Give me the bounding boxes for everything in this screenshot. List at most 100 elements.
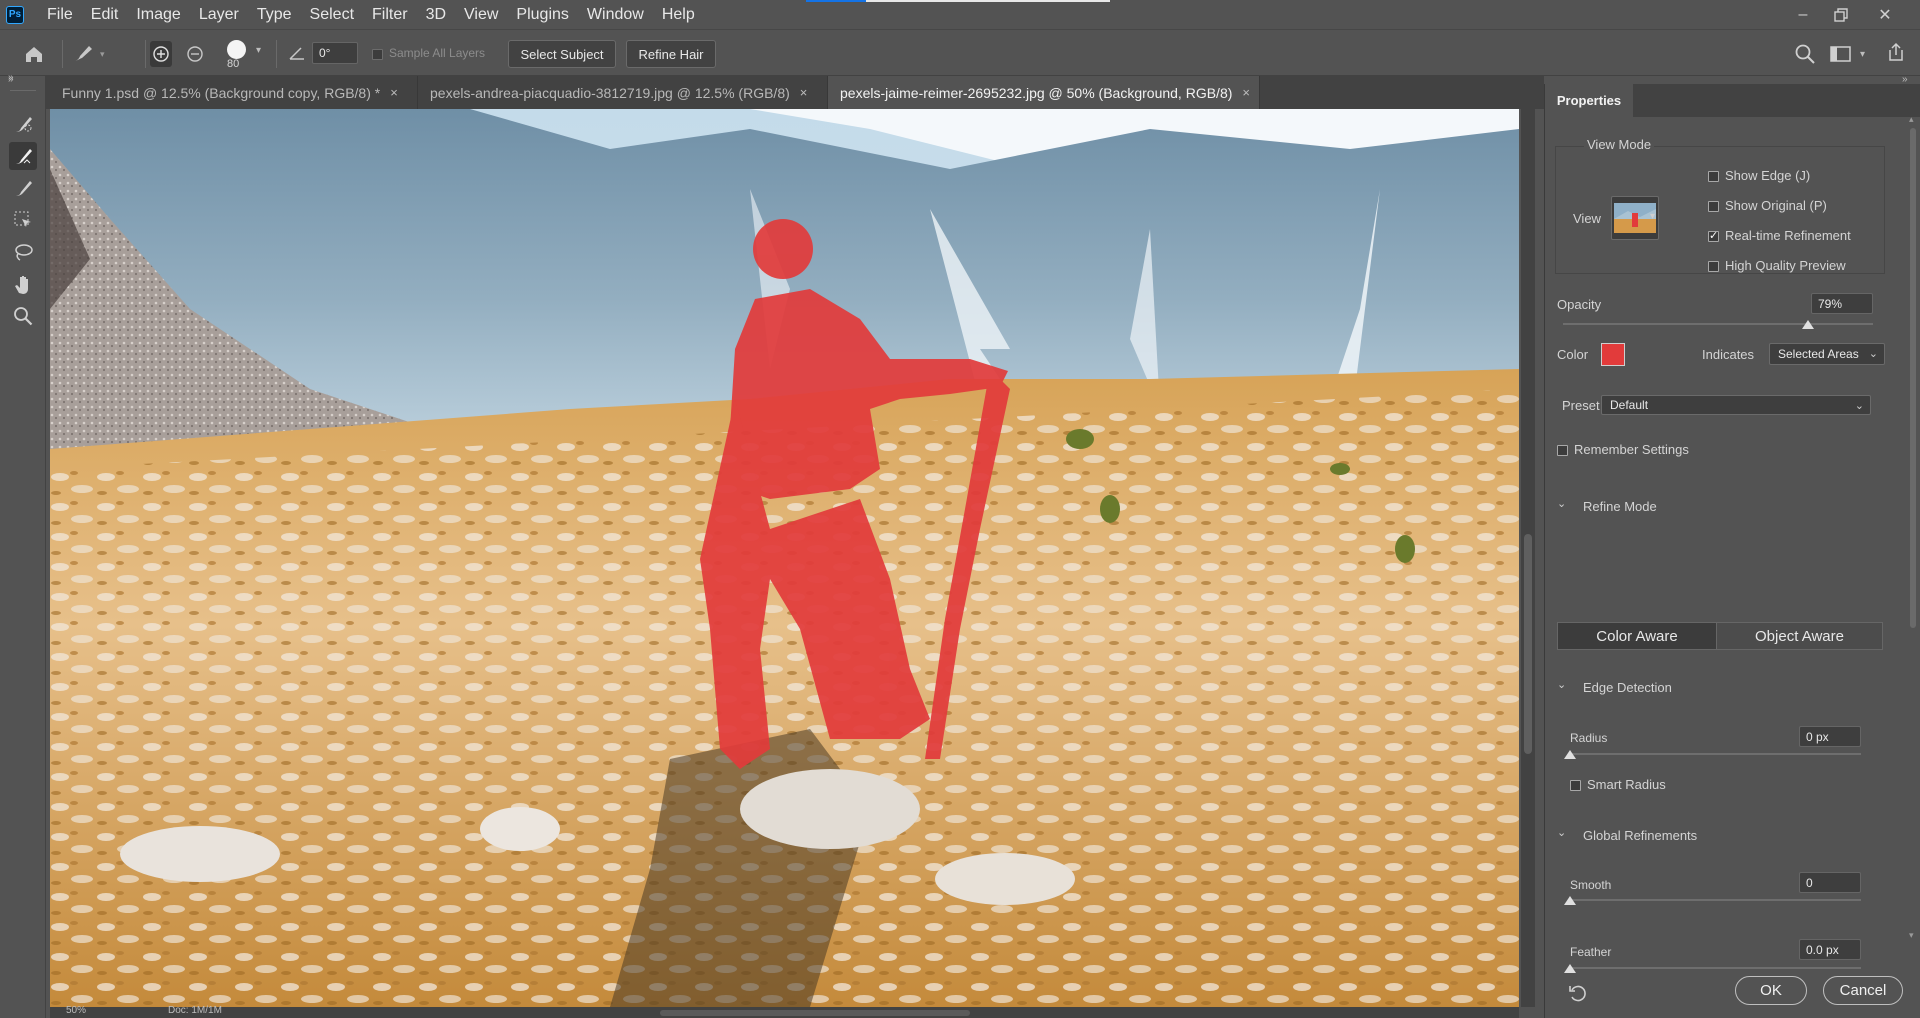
tab-label: Funny 1.psd @ 12.5% (Background copy, RG… [62,84,381,101]
tab-label: pexels-andrea-piacquadio-3812719.jpg @ 1… [430,84,790,101]
menu-3d[interactable]: 3D [417,0,455,29]
scroll-thumb[interactable] [660,1010,970,1016]
document-tabs: Funny 1.psd @ 12.5% (Background copy, RG… [46,76,1544,109]
view-mode-picker[interactable]: ▾ [1611,196,1659,240]
realtime-refinement-checkbox[interactable] [1708,229,1719,242]
share-icon[interactable] [1886,42,1908,64]
close-tab-icon[interactable]: × [800,85,808,100]
separator [145,40,146,68]
smooth-slider[interactable] [1570,899,1861,901]
show-edge-checkbox[interactable] [1708,171,1719,182]
show-original-checkbox[interactable] [1708,201,1719,212]
reset-icon[interactable] [1567,982,1589,1004]
feather-slider-thumb[interactable] [1564,964,1576,973]
global-refinements-heading[interactable]: Global Refinements [1583,828,1697,843]
indicates-value: Selected Areas [1778,347,1859,361]
sample-all-layers-label: Sample All Layers [389,46,486,60]
menu-view[interactable]: View [455,0,507,29]
high-quality-preview-label: High Quality Preview [1725,258,1846,273]
smart-radius-checkbox[interactable] [1570,780,1581,791]
chevron-down-icon: ⌄ [1854,400,1864,412]
close-tab-icon[interactable]: × [1242,85,1250,100]
zoom-level[interactable]: 50% [66,1005,86,1016]
workspace-icon[interactable]: ▾ [1830,43,1870,65]
scroll-thumb[interactable] [1524,534,1532,754]
preset-select[interactable]: Default ⌄ [1601,395,1871,415]
cancel-button[interactable]: Cancel [1823,976,1903,1005]
refine-hair-button[interactable]: Refine Hair [626,40,716,68]
zoom-tool-icon[interactable] [9,302,37,330]
separator [62,40,63,68]
separator [276,40,277,68]
preset-label: Preset [1562,398,1600,413]
chevron-down-icon[interactable]: ⌄ [1557,497,1566,510]
add-to-selection-icon[interactable] [150,41,172,67]
smooth-slider-thumb[interactable] [1564,896,1576,905]
chevron-down-icon[interactable]: ▾ [256,45,261,56]
restore-icon[interactable] [1822,0,1860,29]
lasso-tool-icon[interactable] [9,238,37,266]
close-window-icon[interactable]: ✕ [1866,0,1904,29]
menu-help[interactable]: Help [653,0,704,29]
tab-properties[interactable]: Properties [1545,84,1633,117]
color-aware-button[interactable]: Color Aware [1557,622,1717,650]
radius-input[interactable]: 0 px [1799,726,1861,747]
menu-filter[interactable]: Filter [363,0,417,29]
remember-settings-checkbox[interactable] [1557,445,1568,456]
menu-type[interactable]: Type [248,0,301,29]
edge-detection-heading[interactable]: Edge Detection [1583,680,1672,695]
menu-image[interactable]: Image [127,0,189,29]
hand-tool-icon[interactable] [9,270,37,298]
refine-edge-brush-icon[interactable] [9,142,37,170]
radius-label: Radius [1570,731,1608,745]
angle-icon [288,44,306,62]
indicates-select[interactable]: Selected Areas ⌄ [1769,343,1885,365]
chevron-down-icon[interactable]: ⌄ [1557,826,1566,839]
menu-window[interactable]: Window [578,0,653,29]
menu-layer[interactable]: Layer [190,0,248,29]
brush-tool-icon[interactable] [9,174,37,202]
angle-input[interactable]: 0° [312,42,358,64]
opacity-slider[interactable] [1563,323,1873,325]
quick-selection-tool-icon[interactable] [9,110,37,138]
opacity-input[interactable]: 79% [1811,293,1873,314]
minimize-icon[interactable]: – [1784,0,1822,29]
brush-preset-icon[interactable]: ▾ [70,41,112,67]
opacity-slider-thumb[interactable] [1801,320,1814,329]
tab-pexels-jaime[interactable]: pexels-jaime-reimer-2695232.jpg @ 50% (B… [828,76,1260,109]
home-icon[interactable] [20,41,48,67]
search-icon[interactable] [1794,43,1816,65]
properties-header: Properties [1545,84,1920,117]
feather-slider[interactable] [1570,967,1861,969]
feather-input[interactable]: 0.0 px [1799,939,1861,960]
options-bar: ▾ 80 ▾ 0° Sample All Layers Select Subje… [0,29,1920,76]
status-bar: 50% Doc: 1M/1M [50,1005,430,1018]
canvas-vertical-scrollbar[interactable] [1521,109,1535,1007]
radius-slider-thumb[interactable] [1564,750,1576,759]
object-selection-tool-icon[interactable] [9,206,37,234]
ok-button[interactable]: OK [1735,976,1807,1005]
subtract-from-selection-icon[interactable] [184,41,206,67]
menu-select[interactable]: Select [301,0,363,29]
select-subject-button[interactable]: Select Subject [508,40,616,68]
tab-funny-1[interactable]: Funny 1.psd @ 12.5% (Background copy, RG… [50,76,418,109]
tab-pexels-andrea[interactable]: pexels-andrea-piacquadio-3812719.jpg @ 1… [418,76,828,109]
properties-scrollbar[interactable]: ▴ ▾ [1907,114,1919,944]
high-quality-preview-checkbox[interactable] [1708,261,1719,272]
menu-file[interactable]: File [38,0,82,29]
chevron-down-icon[interactable]: ⌄ [1557,678,1566,691]
radius-slider[interactable] [1570,753,1861,755]
menu-edit[interactable]: Edit [82,0,128,29]
smooth-label: Smooth [1570,878,1612,892]
refine-mode-heading[interactable]: Refine Mode [1583,499,1657,514]
sample-all-layers-checkbox[interactable] [372,49,383,60]
opacity-label: Opacity [1557,297,1602,312]
document-canvas[interactable] [50,109,1519,1007]
smooth-input[interactable]: 0 [1799,872,1861,893]
close-tab-icon[interactable]: × [390,85,398,100]
expand-toolbar-icon[interactable]: » [8,74,14,85]
doc-size: Doc: 1M/1M [168,1005,222,1016]
object-aware-button[interactable]: Object Aware [1716,622,1883,650]
menu-plugins[interactable]: Plugins [507,0,577,29]
overlay-color-swatch[interactable] [1601,343,1625,366]
